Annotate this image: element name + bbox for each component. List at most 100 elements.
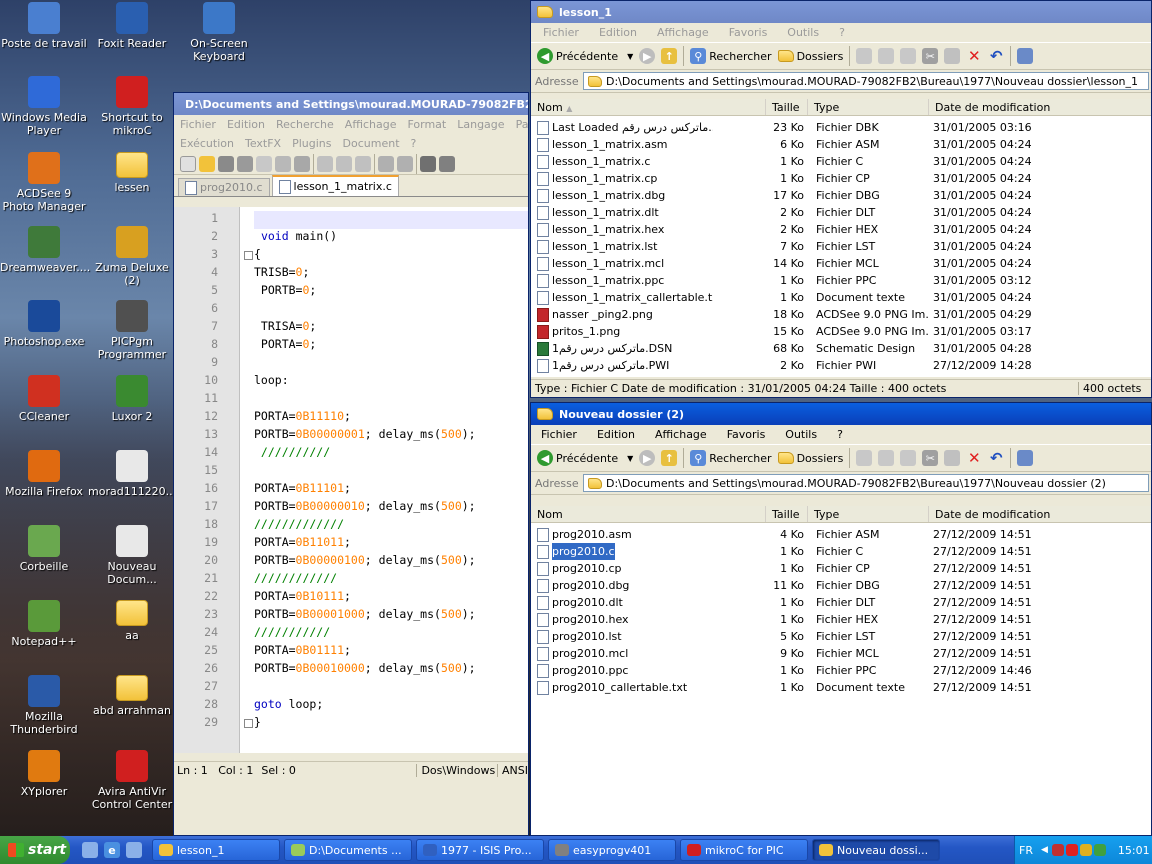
explorer1-file-list[interactable]: Nom ▲ Taille Type Date de modification L…: [531, 99, 1151, 377]
menu-item-edition[interactable]: Edition: [227, 118, 265, 131]
desktop-icon-on-screen-keyboard[interactable]: On-Screen Keyboard: [175, 2, 263, 63]
copy-icon[interactable]: [336, 155, 352, 172]
desktop-icon-lessen[interactable]: lessen: [88, 152, 176, 194]
close-all-icon[interactable]: [275, 155, 291, 172]
back-button[interactable]: ◀ Précédente ▼: [537, 48, 633, 64]
tab-lesson-1-matrix[interactable]: lesson_1_matrix.c: [271, 175, 399, 196]
search-button[interactable]: ⚲ Rechercher: [690, 48, 772, 64]
code-editor[interactable]: 12 void main() 3{4 TRISB=0; 5 PORTB=0; 6 7 TR…: [174, 207, 528, 753]
notepadpp-titlebar[interactable]: D:\Documents and Settings\mourad.MOURAD-…: [174, 93, 528, 115]
code-area[interactable]: 12 void main() 3{4 TRISB=0; 5 PORTB=0; 6 7 TR…: [174, 207, 528, 753]
taskbar-button-4[interactable]: easyprogv401: [548, 839, 676, 861]
menu-item-textfx[interactable]: TextFX: [245, 137, 281, 150]
avira-tray-icon[interactable]: [1065, 844, 1078, 856]
explorer1-titlebar[interactable]: lesson_1: [531, 1, 1151, 23]
menu-item-fichier[interactable]: Fichier: [180, 118, 216, 131]
file-row[interactable]: lesson_1_matrix_callertable.txt 1 Ko Docum…: [531, 289, 1151, 306]
menu-item-plugins[interactable]: Plugins: [292, 137, 331, 150]
menu-item-excution[interactable]: Exécution: [180, 137, 234, 150]
menu-item-edition[interactable]: Edition: [597, 428, 635, 441]
file-row[interactable]: Last Loaded ماتركس درس رقم... 23 Ko Fichie…: [531, 119, 1151, 136]
file-row[interactable]: prog2010.hex 1 Ko Fichier HEX 27/12/2009 14…: [531, 611, 1151, 628]
folders-button[interactable]: Dossiers: [777, 50, 843, 63]
file-row[interactable]: prog2010.ppc 1 Ko Fichier PPC 27/12/2009 14…: [531, 662, 1151, 679]
menu-item-fichier[interactable]: Fichier: [541, 428, 577, 441]
desktop-icon-dreamweaver[interactable]: Dreamweaver....: [0, 226, 90, 274]
desktop-icon-shortcut-to-mikroc[interactable]: Shortcut to mikroC: [88, 76, 176, 137]
undo-icon[interactable]: ↶: [988, 449, 1004, 467]
tray-app-icon[interactable]: [1051, 844, 1064, 856]
menu-item-outils[interactable]: Outils: [785, 428, 817, 441]
desktop-icon-notepad[interactable]: Notepad++: [0, 600, 88, 648]
taskbar-button-5[interactable]: mikroC for PIC: [680, 839, 808, 861]
taskbar-button-1[interactable]: lesson_1: [152, 839, 280, 861]
desktop-icon-ccleaner[interactable]: CCleaner: [0, 375, 88, 423]
column-size[interactable]: Taille: [766, 506, 808, 522]
file-row[interactable]: prog2010.dbg 11 Ko Fichier DBG 27/12/2009 1…: [531, 577, 1151, 594]
desktop-icon-photoshop-exe[interactable]: Photoshop.exe: [0, 300, 88, 348]
file-row[interactable]: prog2010.asm 4 Ko Fichier ASM 27/12/2009 14…: [531, 526, 1151, 543]
column-name[interactable]: Nom ▲: [531, 99, 766, 115]
file-row[interactable]: lesson_1_matrix.cp 1 Ko Fichier CP 31/01/20…: [531, 170, 1151, 187]
menu-item-?[interactable]: ?: [839, 26, 845, 39]
taskbar-button-6[interactable]: Nouveau dossi...: [812, 839, 940, 861]
close-file-icon[interactable]: [256, 155, 272, 172]
desktop-icon-morad111220[interactable]: morad111220...: [88, 450, 176, 498]
file-row[interactable]: lesson_1_matrix.c 1 Ko Fichier C 31/01/2005…: [531, 153, 1151, 170]
file-row[interactable]: lesson_1_matrix.dbg 17 Ko Fichier DBG 31/01…: [531, 187, 1151, 204]
explorer2-titlebar[interactable]: Nouveau dossier (2): [531, 403, 1151, 425]
taskbar-button-2[interactable]: D:\Documents ...: [284, 839, 412, 861]
desktop-icon-mozilla-firefox[interactable]: Mozilla Firefox: [0, 450, 88, 498]
menu-item-?[interactable]: ?: [837, 428, 843, 441]
desktop-icon-zuma-deluxe-2[interactable]: Zuma Deluxe (2): [88, 226, 176, 287]
desktop-icon-aa[interactable]: aa: [88, 600, 176, 642]
file-row[interactable]: prog2010.lst 5 Ko Fichier LST 27/12/2009 14…: [531, 628, 1151, 645]
fold-marker-icon[interactable]: [244, 719, 253, 728]
paste-icon[interactable]: [355, 155, 371, 172]
delete-icon[interactable]: ✕: [966, 47, 982, 65]
file-row[interactable]: ماتركس درس رقم1.PWI 2 Ko Fichier PWI 27/12/…: [531, 357, 1151, 374]
properties-icon[interactable]: [944, 450, 961, 466]
file-row[interactable]: nasser _ping2.png 18 Ko ACDSee 9.0 PNG Im.…: [531, 306, 1151, 323]
column-name[interactable]: Nom: [531, 506, 766, 522]
internet-explorer-icon[interactable]: e: [104, 842, 120, 858]
menu-item-affichage[interactable]: Affichage: [657, 26, 709, 39]
chevron-down-icon[interactable]: ▼: [627, 454, 633, 463]
up-folder-icon[interactable]: ↑: [661, 450, 678, 466]
find-icon[interactable]: [420, 155, 436, 172]
column-size[interactable]: Taille: [766, 99, 808, 115]
tray-app-icon[interactable]: [1093, 844, 1106, 856]
views-icon[interactable]: [1017, 48, 1034, 64]
file-row[interactable]: ماتركس درس رقم1.DSN 68 Ko Schematic Design…: [531, 340, 1151, 357]
cut-icon[interactable]: ✂: [922, 450, 939, 466]
clock[interactable]: 15:01: [1118, 844, 1150, 857]
menu-item-format[interactable]: Format: [407, 118, 446, 131]
menu-item-favoris[interactable]: Favoris: [729, 26, 768, 39]
open-file-icon[interactable]: [199, 155, 215, 172]
move-to-icon[interactable]: [856, 48, 873, 64]
forward-arrow-icon[interactable]: ▶: [639, 450, 656, 466]
notepadpp-window[interactable]: D:\Documents and Settings\mourad.MOURAD-…: [173, 92, 529, 836]
explorer2-file-list[interactable]: Nom Taille Type Date de modification pro…: [531, 506, 1151, 835]
menu-item-?[interactable]: ?: [411, 137, 417, 150]
desktop-icon-corbeille[interactable]: Corbeille: [0, 525, 88, 573]
fold-marker-icon[interactable]: [244, 251, 253, 260]
desktop-icon-avira-antivir-control-center[interactable]: Avira AntiVir Control Center: [88, 750, 176, 811]
file-row[interactable]: pritos_1.png 15 Ko ACDSee 9.0 PNG Im... 31/…: [531, 323, 1151, 340]
file-row[interactable]: lesson_1_matrix.asm 6 Ko Fichier ASM 31/01/…: [531, 136, 1151, 153]
desktop-icon-mozilla-thunderbird[interactable]: Mozilla Thunderbird: [0, 675, 88, 736]
folders-button[interactable]: Dossiers: [777, 452, 843, 465]
menu-item-paramt[interactable]: Paramèt: [516, 118, 528, 131]
menu-item-langage[interactable]: Langage: [457, 118, 504, 131]
print-icon[interactable]: [294, 155, 310, 172]
desktop-icon-poste-de-travail[interactable]: Poste de travail: [0, 2, 88, 50]
taskbar-button-3[interactable]: 1977 - ISIS Pro...: [416, 839, 544, 861]
back-button[interactable]: ◀ Précédente ▼: [537, 450, 633, 466]
chevron-down-icon[interactable]: ▼: [627, 52, 633, 61]
file-row[interactable]: lesson_1_matrix.mcl 14 Ko Fichier MCL 31/01…: [531, 255, 1151, 272]
file-row[interactable]: prog2010.cp 1 Ko Fichier CP 27/12/2009 14:5…: [531, 560, 1151, 577]
save-icon[interactable]: [218, 155, 234, 172]
copy-to-icon[interactable]: [878, 48, 895, 64]
menu-item-affichage[interactable]: Affichage: [655, 428, 707, 441]
tray-app-icon[interactable]: [1079, 844, 1092, 856]
